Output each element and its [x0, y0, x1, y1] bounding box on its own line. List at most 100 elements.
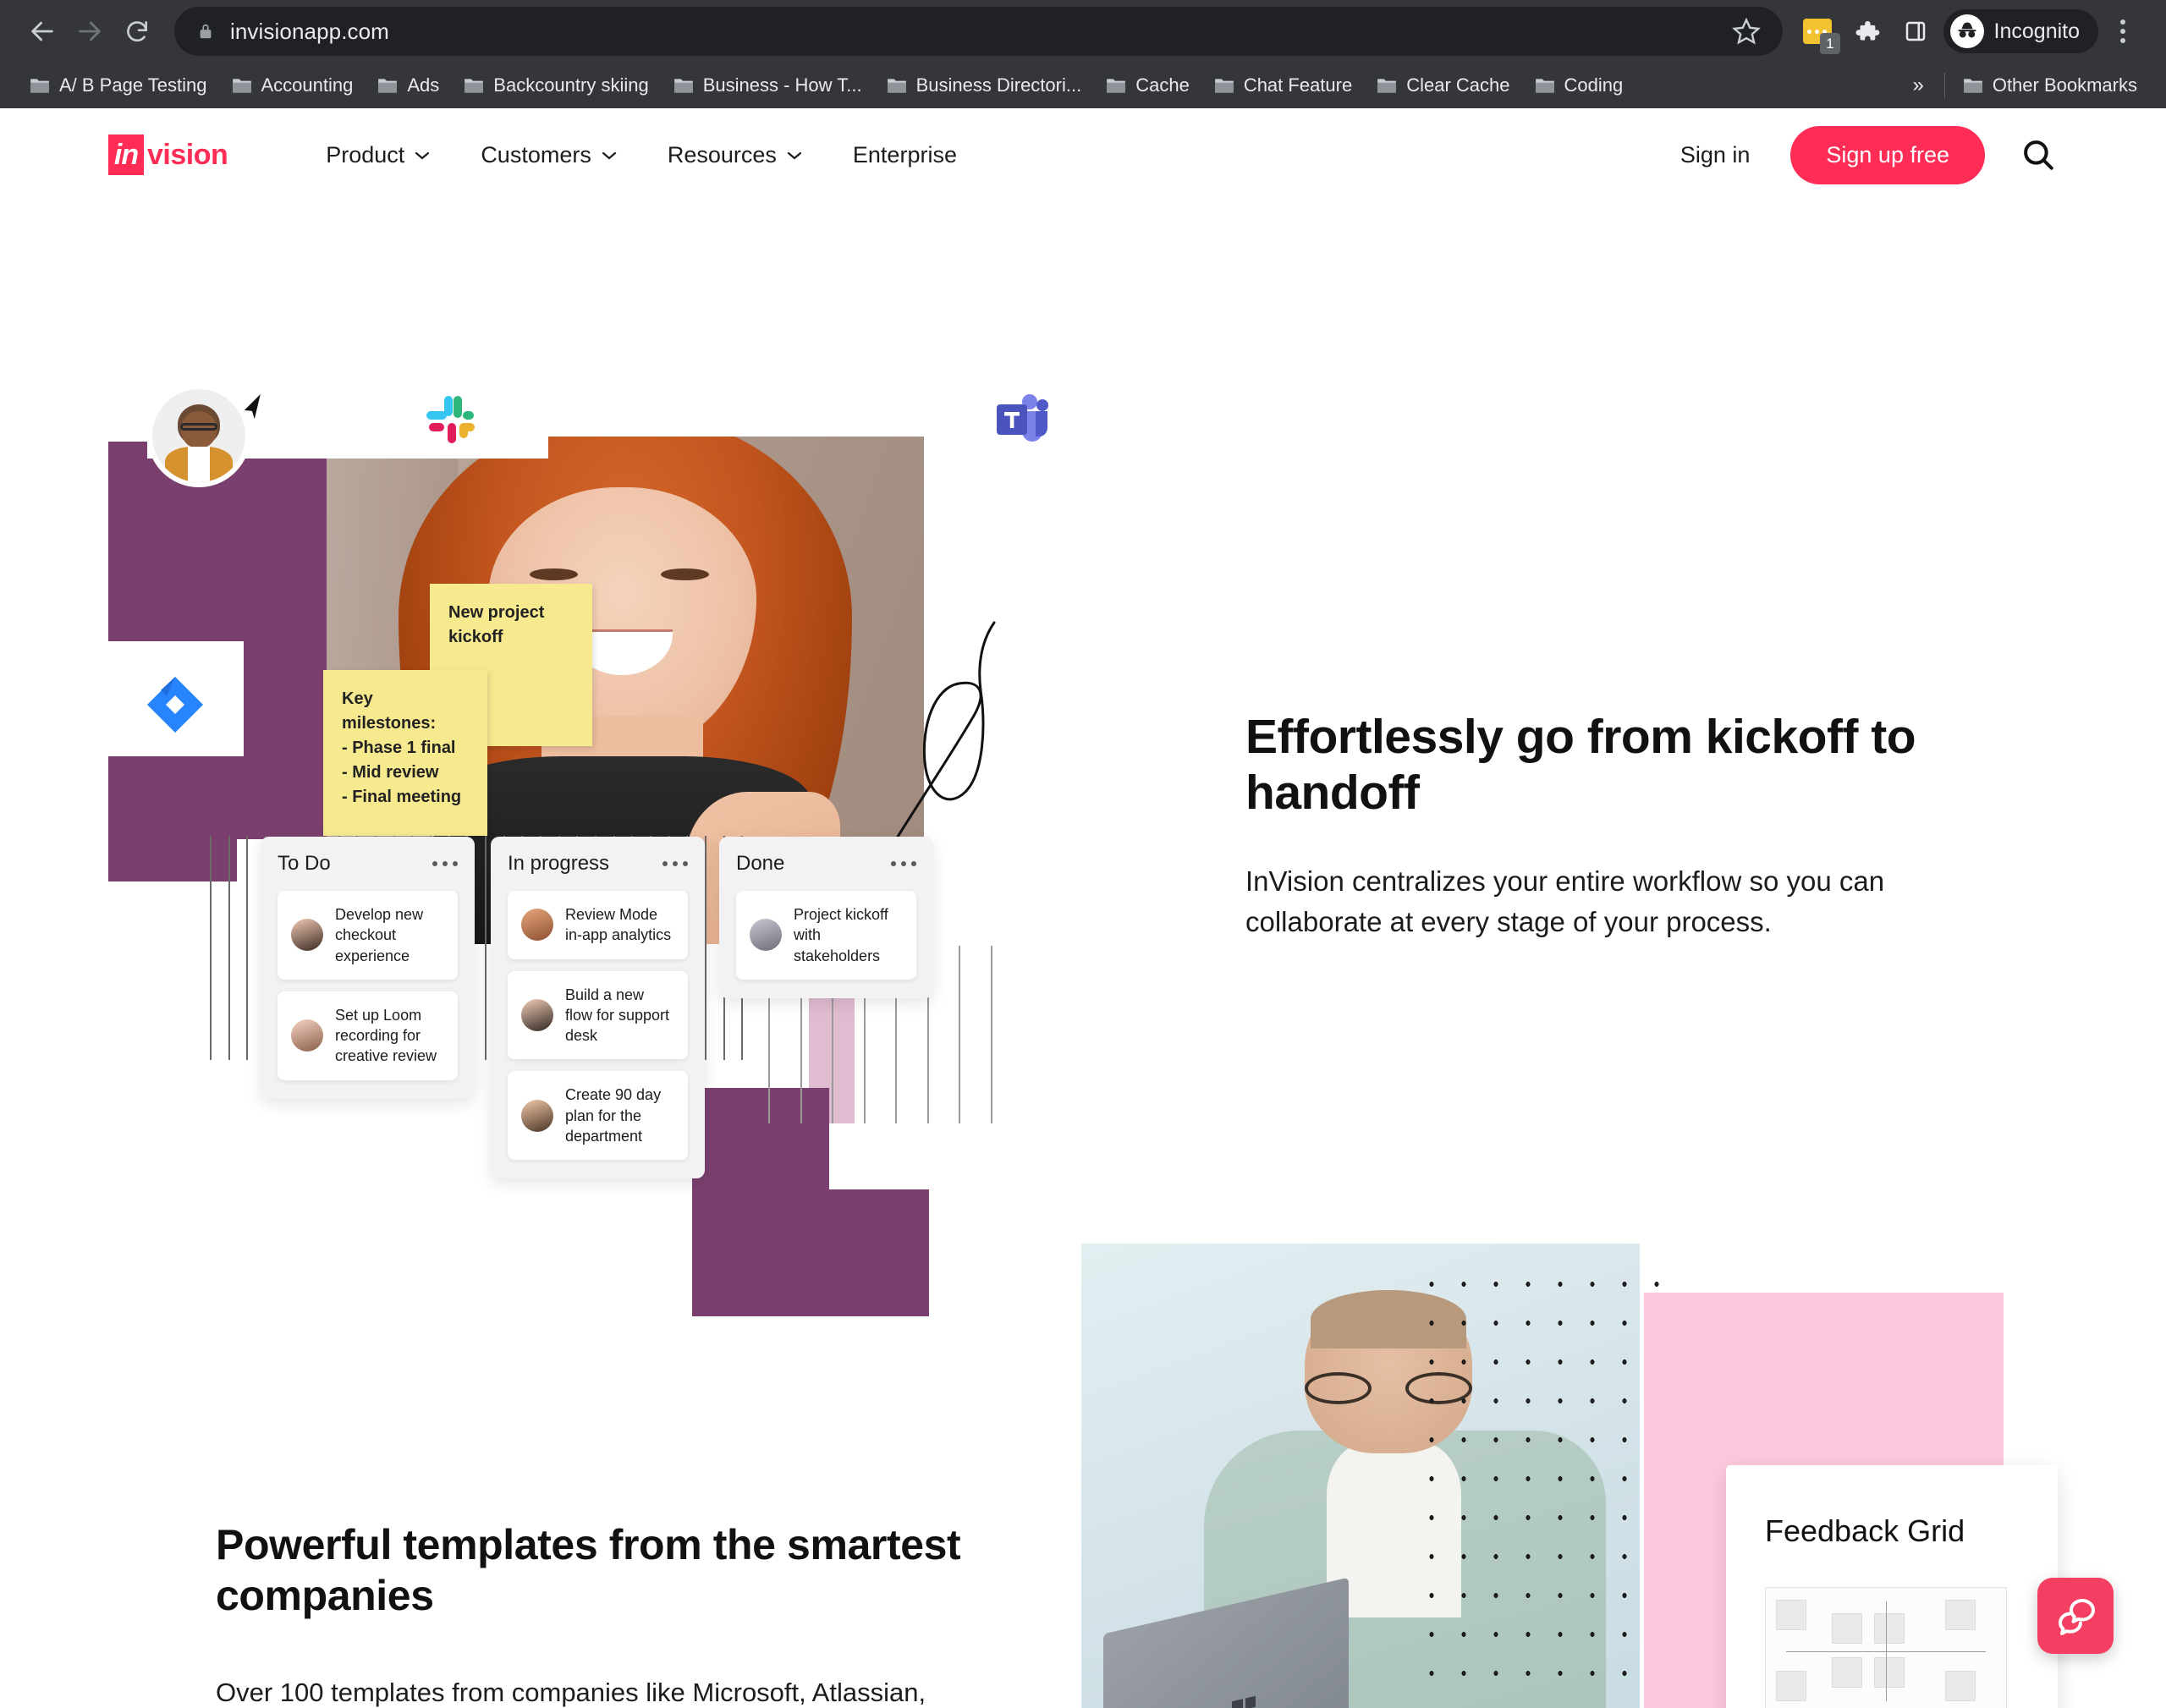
bookmark-item[interactable]: Business Directori...: [874, 67, 1094, 104]
jira-icon: [147, 677, 203, 733]
side-panel-icon[interactable]: [1891, 7, 1940, 56]
nav-label: Customers: [481, 141, 591, 168]
other-bookmarks-label: Other Bookmarks: [1992, 74, 2137, 96]
profile-incognito-button[interactable]: Incognito: [1943, 9, 2098, 53]
sticky-note-text: Key milestones: - Phase 1 final - Mid re…: [342, 689, 462, 806]
hero-paragraph: InVision centralizes your entire workflo…: [1245, 865, 1885, 938]
incognito-avatar-icon: [1949, 14, 1984, 48]
hero-copy: Effortlessly go from kickoff to handoff …: [1245, 709, 1973, 942]
extension-chat-icon[interactable]: 1: [1793, 7, 1842, 56]
kebab-menu-icon[interactable]: [2098, 7, 2147, 56]
column-menu-icon[interactable]: [662, 861, 688, 866]
profile-label: Incognito: [1993, 19, 2080, 43]
template-card-feedback-grid[interactable]: Feedback Grid Try Template: [1726, 1465, 2058, 1708]
nav-label: Resources: [667, 141, 777, 168]
board-card[interactable]: Project kickoff with stakeholders: [736, 891, 916, 980]
board-card[interactable]: Build a new flow for support desk: [508, 970, 688, 1060]
chat-support-widget-button[interactable]: [2037, 1578, 2114, 1654]
card-text: Project kickoff with stakeholders: [794, 906, 888, 964]
avatar: [521, 999, 553, 1032]
page-content: in vision Product Customers Resources En…: [0, 108, 2166, 1708]
nav-item-product[interactable]: Product: [300, 130, 455, 180]
lock-icon: [196, 20, 215, 42]
avatar: [152, 389, 245, 482]
templates-heading: Powerful templates from the smartest com…: [216, 1521, 961, 1619]
browser-toolbar: invisionapp.com 1 Incognito: [0, 0, 2166, 63]
column-menu-icon[interactable]: [891, 861, 916, 866]
bookmark-item[interactable]: Accounting: [219, 67, 366, 104]
back-arrow-icon[interactable]: [19, 8, 66, 55]
other-bookmarks-button[interactable]: Other Bookmarks: [1950, 67, 2149, 104]
board-column-done: Done Project kickoff with stakeholders: [719, 837, 933, 998]
slack-icon: [426, 396, 475, 443]
browser-actions: 1 Incognito: [1783, 7, 2147, 56]
column-menu-icon[interactable]: [432, 861, 458, 866]
feedback-grid-preview: [1765, 1586, 2007, 1708]
bookmark-label: Accounting: [261, 74, 354, 96]
bookmarks-overflow-button[interactable]: »: [1897, 74, 1938, 97]
nav-label: Product: [326, 141, 405, 168]
bookmark-label: Backcountry skiing: [493, 74, 649, 96]
sticky-note-milestones: Key milestones: - Phase 1 final - Mid re…: [323, 670, 487, 836]
board-card[interactable]: Develop new checkout experience: [278, 891, 458, 980]
bookmark-item[interactable]: Backcountry skiing: [451, 67, 660, 104]
card-text: Create 90 day plan for the department: [565, 1086, 662, 1145]
card-text: Review Mode in-app analytics: [565, 906, 672, 944]
hero-section: New project kickoff Key milestones: - Ph…: [0, 201, 2166, 1316]
board-card[interactable]: Review Mode in-app analytics: [508, 891, 688, 959]
logo-wordmark: vision: [147, 138, 228, 171]
bookmark-item[interactable]: Coding: [1522, 67, 1635, 104]
sign-in-link[interactable]: Sign in: [1658, 130, 1773, 180]
bookmark-item[interactable]: Business - How T...: [661, 67, 874, 104]
hero-heading: Effortlessly go from kickoff to handoff: [1245, 710, 1916, 821]
board-card[interactable]: Set up Loom recording for creative revie…: [278, 991, 458, 1080]
nav-label: Enterprise: [852, 141, 957, 168]
bookmark-item[interactable]: Clear Cache: [1364, 67, 1521, 104]
templates-illustration: Feedback Grid Try Template: [1081, 1244, 2166, 1708]
star-icon[interactable]: [1731, 17, 1761, 46]
reload-icon[interactable]: [113, 8, 161, 55]
chevron-down-icon: [602, 151, 616, 159]
chevron-down-icon: [415, 151, 430, 159]
collaborator-avatar: [152, 389, 271, 508]
logo-in-text: in: [113, 139, 139, 171]
cursor-pointer-icon: [240, 389, 264, 425]
main-nav: Product Customers Resources Enterprise: [300, 130, 982, 180]
bookmarks-bar: A/ B Page Testing Accounting Ads Backcou…: [0, 63, 2166, 108]
bookmark-item[interactable]: Ads: [365, 67, 451, 104]
invision-logo[interactable]: in vision: [108, 135, 228, 175]
puzzle-extensions-icon[interactable]: [1842, 7, 1891, 56]
nav-item-customers[interactable]: Customers: [455, 130, 642, 180]
bookmark-item[interactable]: Cache: [1093, 67, 1201, 104]
nav-item-resources[interactable]: Resources: [642, 130, 827, 180]
column-title: To Do: [278, 852, 331, 875]
url-text: invisionapp.com: [230, 18, 389, 44]
bookmark-item[interactable]: A/ B Page Testing: [17, 67, 219, 104]
sticky-note-text: New project kickoff: [448, 603, 545, 646]
templates-copy: Powerful templates from the smartest com…: [216, 1519, 977, 1708]
chevron-down-icon: [787, 151, 802, 159]
board-column-todo: To Do Develop new checkout experience Se…: [261, 837, 475, 1099]
logo-mark-icon: in: [108, 135, 144, 175]
nav-item-enterprise[interactable]: Enterprise: [827, 130, 982, 180]
bookmark-label: A/ B Page Testing: [59, 74, 207, 96]
bookmark-label: Chat Feature: [1243, 74, 1353, 96]
bookmark-label: Cache: [1135, 74, 1190, 96]
forward-arrow-icon[interactable]: [66, 8, 113, 55]
site-navigation-header: in vision Product Customers Resources En…: [0, 108, 2166, 201]
search-icon[interactable]: [2019, 135, 2058, 174]
card-text: Build a new flow for support desk: [565, 986, 670, 1045]
bookmark-label: Business - How T...: [702, 74, 862, 96]
avatar: [291, 1019, 323, 1052]
browser-chrome: invisionapp.com 1 Incognito A/ B Page Te…: [0, 0, 2166, 108]
header-actions: Sign in Sign up free: [1658, 125, 2058, 184]
bookmark-item[interactable]: Chat Feature: [1201, 67, 1364, 104]
bookmark-label: Business Directori...: [915, 74, 1082, 96]
card-text: Develop new checkout experience: [335, 906, 424, 964]
sign-up-free-button[interactable]: Sign up free: [1790, 125, 1985, 184]
extension-badge-count: 1: [1820, 33, 1840, 54]
card-text: Set up Loom recording for creative revie…: [335, 1006, 437, 1065]
avatar: [521, 909, 553, 942]
address-bar[interactable]: invisionapp.com: [174, 7, 1783, 56]
bookmarks-divider: [1943, 73, 1945, 98]
